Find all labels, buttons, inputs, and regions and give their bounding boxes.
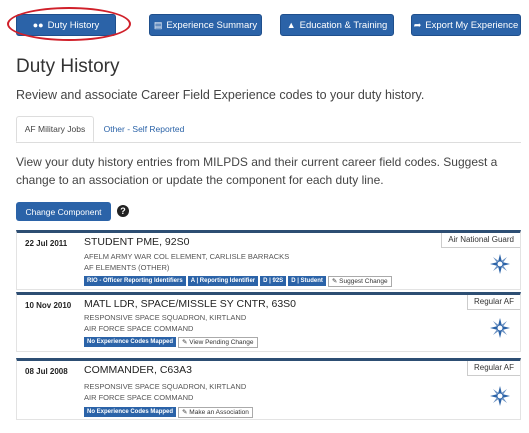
entry-date: 10 Nov 2010 [25,301,72,310]
af-star-emblem-icon [490,386,510,406]
code-badge: D | 92S [260,276,287,286]
entry-date: 08 Jul 2008 [25,367,68,376]
list-icon: ▤ [153,19,163,30]
code-badge: D | Student [288,276,326,286]
entry-org-parent: AIR FORCE SPACE COMMAND [84,393,194,402]
export-experience-button[interactable]: ➦ Export My Experience [411,14,521,36]
bank-icon: ▲ [286,19,296,30]
pencil-icon: ✎ [182,409,188,416]
help-icon[interactable]: ? [117,205,129,217]
suggest-change-button[interactable]: ✎ Suggest Change [327,276,392,287]
entry-org: AFELM ARMY WAR COL ELEMENT, CARLISLE BAR… [84,252,290,261]
change-component-button[interactable]: Change Component [16,202,111,221]
duty-entry: 22 Jul 2011 STUDENT PME, 92S0 AFELM ARMY… [16,230,521,290]
entry-org: RESPONSIVE SPACE SQUADRON, KIRTLAND [84,382,247,391]
education-training-button[interactable]: ▲ Education & Training [280,14,394,36]
users-icon: ●● [32,19,44,30]
duty-history-button[interactable]: ●● Duty History [16,14,116,36]
af-star-emblem-icon [490,254,510,274]
component-label[interactable]: Air National Guard [441,233,520,248]
tab-other-self-reported[interactable]: Other - Self Reported [96,116,192,142]
entry-title: COMMANDER, C63A3 [84,364,192,376]
component-label[interactable]: Regular AF [466,361,520,376]
entry-org: RESPONSIVE SPACE SQUADRON, KIRTLAND [84,313,247,322]
entry-badges: No Experience Codes Mapped ✎ Make an Ass… [84,407,253,418]
component-label[interactable]: Regular AF [466,295,520,310]
af-star-emblem-icon [490,318,510,338]
entry-org-parent: AF ELEMENTS (OTHER) [84,263,170,272]
pencil-icon: ✎ [331,278,338,285]
tab-af-military-jobs[interactable]: AF Military Jobs [16,116,94,142]
export-experience-label: Export My Experience [425,19,519,31]
page-description: View your duty history entries from MILP… [16,155,498,187]
entry-badges: RIO - Officer Reporting Identifiers A | … [84,276,392,287]
page-title: Duty History [16,56,120,77]
experience-summary-button[interactable]: ▤ Experience Summary [149,14,262,36]
entry-date: 22 Jul 2011 [25,239,68,248]
entry-title: MATL LDR, SPACE/MISSLE SY CNTR, 63S0 [84,298,297,310]
education-training-label: Education & Training [299,19,388,31]
code-badge: No Experience Codes Mapped [84,337,177,347]
code-badge: RIO - Officer Reporting Identifiers [84,276,186,286]
action-label: View Pending Change [189,339,254,346]
duty-entry: 08 Jul 2008 COMMANDER, C63A3 RESPONSIVE … [16,358,521,420]
code-badge: No Experience Codes Mapped [84,407,177,417]
entry-title: STUDENT PME, 92S0 [84,236,190,248]
pencil-icon: ✎ [182,339,188,346]
duty-entry: 10 Nov 2010 MATL LDR, SPACE/MISSLE SY CN… [16,292,521,352]
entry-org-parent: AIR FORCE SPACE COMMAND [84,324,194,333]
share-icon: ➦ [413,19,422,30]
view-pending-change-button[interactable]: ✎ View Pending Change [178,337,258,348]
tab-bar: AF Military Jobs Other - Self Reported [16,116,521,143]
entry-badges: No Experience Codes Mapped ✎ View Pendin… [84,337,258,348]
action-label: Suggest Change [339,278,388,285]
make-association-button[interactable]: ✎ Make an Association [178,407,253,418]
top-nav: ●● Duty History ▤ Experience Summary ▲ E… [0,0,529,48]
action-label: Make an Association [189,409,249,416]
page-lead: Review and associate Career Field Experi… [16,88,425,102]
code-badge: A | Reporting Identifier [187,276,259,286]
experience-summary-label: Experience Summary [166,19,258,31]
duty-history-label: Duty History [47,19,100,31]
